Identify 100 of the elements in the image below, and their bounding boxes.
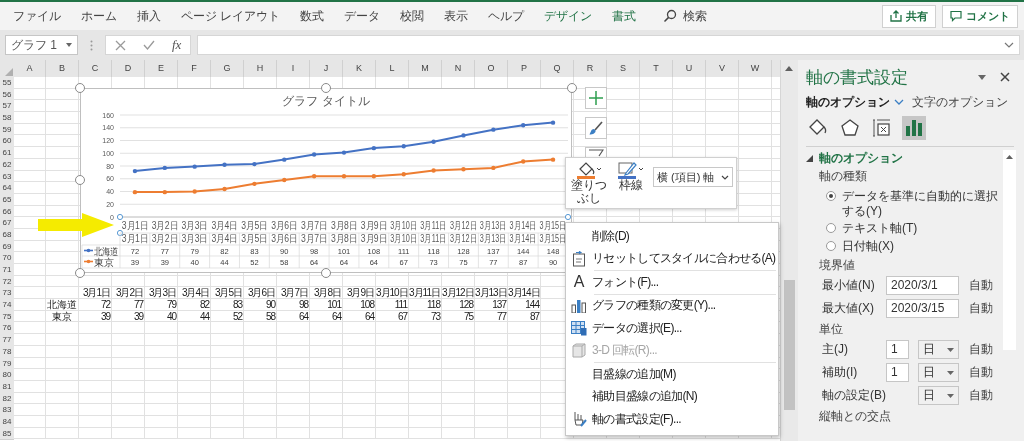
dropdown-icon[interactable] (978, 74, 986, 80)
menu-item[interactable]: 軸の書式設定(F)... (566, 408, 778, 431)
column-header[interactable]: D (112, 60, 145, 77)
column-header[interactable]: E (145, 60, 178, 77)
number-field[interactable]: 1 (886, 340, 909, 359)
row-header[interactable]: 61 (0, 147, 14, 160)
reset-link[interactable]: 自動 (969, 300, 993, 317)
column-header[interactable]: F (178, 60, 211, 77)
ribbon-tab[interactable]: デザイン (535, 4, 602, 28)
ribbon-tab[interactable]: 書式 (603, 4, 646, 28)
row-header[interactable]: 58 (0, 112, 14, 125)
option-tab[interactable]: 文字のオプション (912, 93, 1008, 111)
reset-link[interactable]: 自動 (969, 387, 993, 404)
column-header[interactable]: I (277, 60, 310, 77)
ribbon-tab[interactable]: ファイル (4, 4, 70, 28)
ribbon-tab[interactable]: ヘルプ (479, 4, 534, 28)
resize-handle[interactable] (321, 83, 331, 93)
number-field[interactable]: 1 (886, 363, 909, 382)
column-header[interactable]: H (244, 60, 277, 77)
column-header[interactable]: B (46, 60, 79, 77)
column-header[interactable]: O (475, 60, 508, 77)
column-header[interactable]: N (442, 60, 475, 77)
column-header[interactable]: J (310, 60, 343, 77)
column-header[interactable]: V (706, 60, 739, 77)
scrollbar-thumb[interactable] (784, 280, 795, 410)
collapse-icon[interactable] (806, 155, 813, 162)
row-header[interactable]: 67 (0, 217, 14, 230)
fill-button[interactable]: 塗りつぶし (569, 161, 609, 205)
chart-filters-button[interactable] (585, 147, 607, 157)
column-header[interactable]: A (14, 60, 46, 77)
row-header[interactable]: 64 (0, 182, 14, 195)
ribbon-tab[interactable]: 校閲 (391, 4, 434, 28)
vertical-scrollbar[interactable] (780, 60, 798, 441)
column-header[interactable]: G (211, 60, 244, 77)
chart-element-dropdown[interactable]: 横 (項目) 軸 (653, 167, 733, 187)
menu-item[interactable]: 目盛線の追加(M) (566, 363, 778, 386)
column-header[interactable]: P (508, 60, 541, 77)
pane-scrollbar[interactable] (1003, 150, 1016, 350)
menu-item[interactable]: 補助目盛線の追加(N) (566, 385, 778, 408)
radio-option[interactable]: データを基準に自動的に選択する(Y) (826, 187, 1000, 219)
input-field[interactable]: 2020/3/15 (886, 299, 959, 318)
reset-link[interactable]: 自動 (969, 341, 993, 358)
comment-button[interactable]: コメント (942, 4, 1018, 28)
insert-function-button[interactable]: fx (168, 36, 186, 54)
ribbon-tab[interactable]: データ (335, 4, 390, 28)
section-title[interactable]: 軸のオプション (819, 150, 903, 167)
radio-button[interactable] (826, 241, 836, 251)
option-tab[interactable]: 軸のオプション (806, 93, 904, 111)
menu-item[interactable]: リセットしてスタイルに合わせる(A) (566, 247, 778, 270)
row-header[interactable]: 83 (0, 404, 14, 417)
unit-dropdown[interactable]: 日 (918, 363, 959, 382)
column-header[interactable]: L (376, 60, 409, 77)
radio-button[interactable] (826, 191, 836, 201)
menu-item[interactable]: A フォント(F)... (566, 271, 778, 294)
resize-handle[interactable] (75, 83, 85, 93)
name-box[interactable]: グラフ 1 (5, 35, 78, 55)
unit-dropdown[interactable]: 日 (918, 386, 959, 405)
resize-handle[interactable] (321, 268, 331, 278)
radio-option[interactable]: テキスト軸(T) (826, 219, 1000, 237)
reset-link[interactable]: 自動 (969, 364, 993, 381)
unit-dropdown[interactable]: 日 (918, 340, 959, 359)
reset-link[interactable]: 自動 (969, 277, 993, 294)
ribbon-tab[interactable]: 数式 (291, 4, 334, 28)
column-header[interactable]: C (79, 60, 112, 77)
ribbon-tab[interactable]: 挿入 (128, 4, 170, 28)
share-button[interactable]: 共有 (882, 4, 936, 28)
ribbon-tab[interactable]: ページ レイアウト (172, 4, 290, 28)
formula-field[interactable] (197, 35, 1020, 55)
column-header[interactable]: W (739, 60, 772, 77)
ribbon-tab[interactable]: ホーム (72, 4, 126, 28)
column-header[interactable]: U (673, 60, 706, 77)
menu-item[interactable]: データの選択(E)... (566, 317, 778, 340)
row-header[interactable]: 77 (0, 334, 14, 347)
resize-handle[interactable] (567, 83, 577, 93)
column-header[interactable]: Q (541, 60, 574, 77)
radio-button[interactable] (826, 223, 836, 233)
chart-styles-button[interactable] (585, 117, 607, 139)
selection-handle[interactable] (564, 213, 572, 221)
column-header[interactable]: K (343, 60, 376, 77)
close-icon[interactable] (1000, 72, 1010, 82)
row-header[interactable]: 74 (0, 299, 14, 312)
menu-item[interactable]: グラフの種類の変更(Y)... (566, 294, 778, 317)
column-header[interactable]: T (640, 60, 673, 77)
triangle-icon (5, 68, 13, 76)
chart-elements-button[interactable] (585, 87, 607, 109)
resize-handle[interactable] (75, 175, 85, 185)
ribbon-tab[interactable]: 表示 (435, 4, 478, 28)
radio-option[interactable]: 日付軸(X) (826, 237, 1000, 255)
options-tab[interactable] (902, 116, 926, 140)
menu-item[interactable]: 削除(D) (566, 225, 778, 248)
search-box[interactable]: 検索 (659, 4, 712, 28)
resize-handle[interactable] (75, 268, 85, 278)
row-header[interactable]: 80 (0, 369, 14, 382)
input-field[interactable]: 2020/3/1 (886, 276, 959, 295)
column-header[interactable]: M (409, 60, 442, 77)
column-header[interactable]: R (574, 60, 607, 77)
outline-button[interactable]: 枠線 (611, 161, 651, 192)
row-header[interactable]: 71 (0, 264, 14, 277)
row-header[interactable]: 55 (0, 77, 14, 90)
column-header[interactable]: S (607, 60, 640, 77)
